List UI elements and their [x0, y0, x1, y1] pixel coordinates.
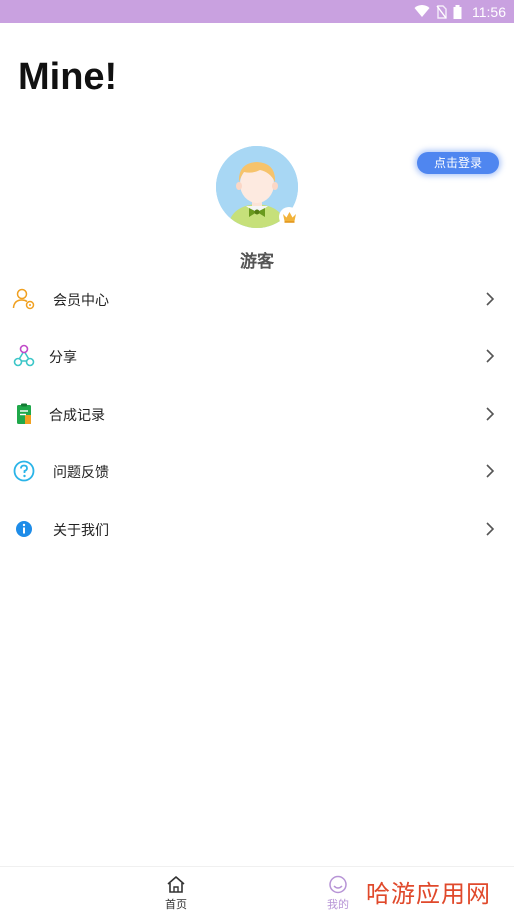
chevron-right-icon	[486, 464, 495, 478]
menu-item-label: 合成记录	[49, 408, 105, 424]
chevron-right-icon	[486, 292, 495, 306]
status-time: 11:56	[472, 3, 506, 20]
share-icon	[12, 344, 36, 368]
tab-home[interactable]: 首页	[146, 875, 206, 912]
tab-mine[interactable]: 我的	[308, 875, 368, 912]
chevron-right-icon	[486, 349, 495, 363]
menu-item-share[interactable]: 分享	[0, 336, 514, 376]
question-icon	[12, 459, 36, 483]
clipboard-record-icon	[12, 402, 36, 426]
chevron-right-icon	[486, 522, 495, 536]
menu-item-synthesis-record[interactable]: 合成记录	[0, 394, 514, 434]
menu-item-label: 分享	[49, 350, 77, 366]
menu-item-feedback[interactable]: 问题反馈	[0, 451, 514, 491]
username: 游客	[240, 252, 274, 272]
watermark-text: 哈游应用网	[366, 880, 491, 908]
menu-item-member-center[interactable]: 会员中心	[0, 279, 514, 319]
menu-item-label: 问题反馈	[53, 465, 109, 481]
wifi-icon	[414, 5, 430, 18]
menu-item-about-us[interactable]: 关于我们	[0, 509, 514, 549]
menu-item-label: 关于我们	[53, 523, 109, 539]
status-bar: 11:56	[0, 0, 514, 23]
crown-icon	[282, 212, 296, 223]
chevron-right-icon	[486, 407, 495, 421]
menu-item-label: 会员中心	[53, 293, 109, 309]
info-icon	[12, 517, 36, 541]
tab-label: 我的	[327, 898, 349, 911]
login-button[interactable]: 点击登录	[417, 152, 499, 174]
battery-icon	[453, 4, 462, 19]
home-icon	[167, 876, 185, 893]
vip-crown-badge	[279, 207, 299, 227]
tab-label: 首页	[165, 898, 187, 911]
member-center-icon	[12, 287, 36, 311]
page-title: Mine!	[18, 56, 118, 98]
smile-icon	[329, 875, 347, 894]
no-sim-icon	[436, 4, 447, 19]
